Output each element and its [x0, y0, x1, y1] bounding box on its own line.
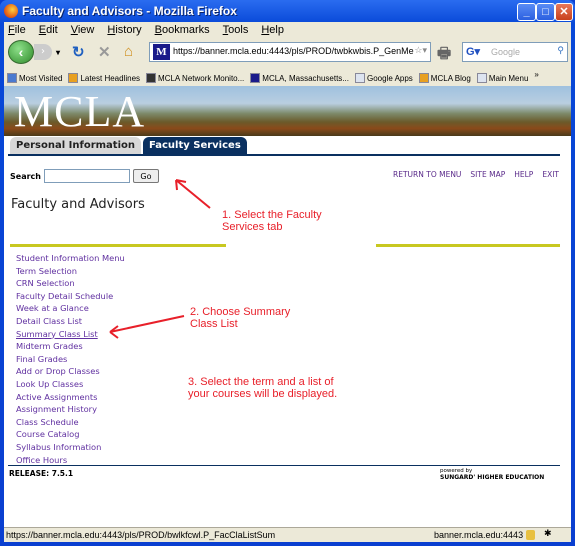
maximize-button[interactable]: □: [536, 3, 555, 21]
arrow-2: [109, 315, 185, 339]
title-bar: Faculty and Advisors - Mozilla Firefox: [0, 0, 500, 22]
google-icon[interactable]: G▾: [466, 45, 480, 58]
rss-icon: [418, 73, 429, 83]
bookmark-label: MCLA, Massachusetts...: [262, 73, 349, 83]
url-bar[interactable]: Mhttps://banner.mcla.edu:4443/pls/PROD/t…: [149, 42, 431, 62]
page-content: MCLA Personal Information Faculty Service…: [4, 86, 571, 527]
bookmark-label: Google Apps: [366, 73, 413, 83]
annotation-arrows: [109, 179, 211, 339]
browser-frame: File Edit View History Bookmarks Tools Help ‹ …: [4, 22, 571, 542]
forward-button[interactable]: ›: [34, 44, 52, 60]
url-text: https://banner.mcla.edu:4443/pls/PROD/tw…: [173, 46, 414, 56]
print-icon[interactable]: 🖶: [437, 43, 451, 68]
browser-window: Faculty and Advisors - Mozilla Firefox _…: [0, 0, 575, 546]
bookmark-item[interactable]: Latest Headlines: [68, 70, 140, 86]
menu-bar: File Edit View History Bookmarks Tools Help: [4, 22, 571, 38]
bookmark-item[interactable]: Main Menu: [476, 70, 529, 86]
close-button[interactable]: ✕: [555, 3, 573, 21]
linux-penguin-icon: [146, 73, 157, 83]
bookmark-item[interactable]: MCLA, Massachusetts...: [250, 70, 349, 86]
minimize-button[interactable]: _: [517, 3, 536, 21]
search-input[interactable]: G▾ Google ⚲: [462, 42, 568, 62]
navigation-toolbar: ‹ › ▾ ↻ ✕ ⌂ Mhttps://banner.mcla.edu:444…: [4, 38, 571, 66]
menu-view[interactable]: View: [71, 24, 95, 38]
menu-edit[interactable]: Edit: [39, 24, 58, 38]
bookmarks-toolbar: Most Visited Latest Headlines MCLA Network…: [4, 66, 571, 86]
back-button[interactable]: ‹: [8, 40, 34, 64]
menu-history[interactable]: History: [107, 24, 141, 38]
bookmark-item[interactable]: Most Visited: [7, 70, 62, 86]
history-dropdown-icon[interactable]: ▾: [56, 48, 60, 57]
menu-bookmarks[interactable]: Bookmarks: [155, 24, 210, 38]
bookmark-label: Latest Headlines: [80, 73, 141, 83]
more-bookmarks-chevron-icon[interactable]: »: [534, 70, 538, 86]
bookmark-star-icon[interactable]: ☆▾: [414, 45, 427, 56]
mcla-favicon: [250, 73, 261, 83]
status-bar: https://banner.mcla.edu:4443/pls/PROD/bw…: [4, 527, 571, 542]
home-icon[interactable]: ⌂: [124, 43, 133, 60]
page-icon: [354, 73, 365, 83]
site-favicon: M: [153, 44, 170, 60]
arrow-1: [175, 179, 211, 209]
bookmark-label: Most Visited: [19, 73, 63, 83]
status-host: banner.mcla.edu:4443: [434, 530, 524, 540]
firefox-icon: [4, 4, 18, 18]
magnifier-icon[interactable]: ⚲: [557, 45, 564, 56]
reload-icon[interactable]: ↻: [72, 43, 85, 61]
lock-icon[interactable]: [526, 530, 535, 540]
bookmark-label: Main Menu: [488, 73, 529, 83]
status-url: https://banner.mcla.edu:4443/pls/PROD/bw…: [6, 530, 276, 540]
page-icon: [476, 73, 487, 83]
stop-icon[interactable]: ✕: [98, 43, 111, 61]
bookmark-label: MCLA Blog: [430, 73, 471, 83]
bookmark-item[interactable]: MCLA Network Monito...: [146, 70, 244, 86]
rss-icon: [68, 73, 79, 83]
addon-icon[interactable]: ✱: [544, 528, 552, 539]
folder-icon: [7, 73, 17, 83]
search-placeholder: Google: [491, 47, 521, 57]
menu-file[interactable]: File: [8, 24, 26, 38]
bookmark-item[interactable]: Google Apps: [354, 70, 413, 86]
bookmark-item[interactable]: MCLA Blog: [418, 70, 471, 86]
menu-tools[interactable]: Tools: [223, 24, 249, 38]
menu-help[interactable]: Help: [261, 24, 284, 38]
window-title: Faculty and Advisors - Mozilla Firefox: [22, 4, 237, 18]
bookmark-label: MCLA Network Monito...: [158, 73, 245, 83]
